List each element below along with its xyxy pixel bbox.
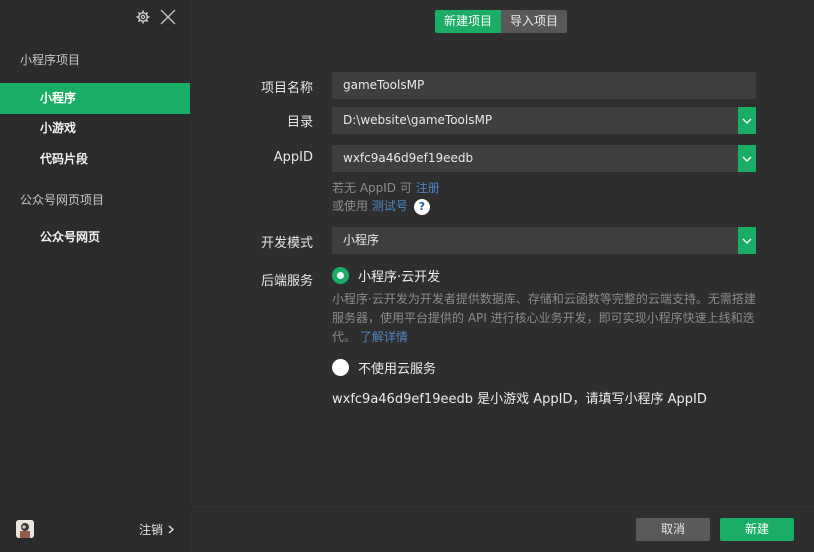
no-cloud-radio[interactable] bbox=[332, 359, 349, 376]
project-name-input[interactable]: gameToolsMP bbox=[332, 72, 756, 99]
create-button[interactable]: 新建 bbox=[720, 518, 794, 541]
gear-icon[interactable] bbox=[136, 10, 150, 24]
main-panel: 新建项目 导入项目 项目名称 gameToolsMP 目录 D:\website… bbox=[190, 0, 814, 552]
directory-label: 目录 bbox=[286, 115, 313, 130]
no-cloud-radio-option[interactable]: 不使用云服务 bbox=[332, 358, 436, 377]
cloud-radio-label: 小程序·云开发 bbox=[358, 270, 441, 285]
tab-new-project[interactable]: 新建项目 bbox=[435, 10, 502, 33]
directory-select[interactable]: D:\website\gameToolsMP bbox=[332, 107, 756, 134]
chevron-down-icon[interactable] bbox=[738, 145, 756, 172]
logout-label: 注销 bbox=[138, 523, 163, 537]
dev-mode-label: 开发模式 bbox=[260, 236, 313, 251]
sidebar-item-official-web[interactable]: 公众号网页 bbox=[0, 222, 190, 253]
close-icon[interactable] bbox=[160, 9, 176, 25]
sidebar-item-miniprogram[interactable]: 小程序 bbox=[0, 83, 190, 114]
sidebar-group-miniprogram: 小程序项目 bbox=[20, 53, 81, 67]
tab-import-project[interactable]: 导入项目 bbox=[501, 10, 568, 33]
sidebar: 小程序项目 小程序 小游戏 代码片段 公众号网页项目 公众号网页 注销 bbox=[0, 0, 190, 552]
avatar[interactable] bbox=[16, 520, 34, 538]
project-mode-tabs: 新建项目 导入项目 bbox=[435, 10, 568, 33]
dev-mode-value: 小程序 bbox=[343, 233, 380, 247]
learn-more-link[interactable]: 了解详情 bbox=[360, 330, 408, 344]
appid-label: AppID bbox=[273, 150, 313, 165]
sidebar-top-icons bbox=[136, 9, 176, 25]
backend-label: 后端服务 bbox=[260, 274, 313, 289]
appid-register-hint: 若无 AppID 可 注册 bbox=[332, 179, 440, 196]
sidebar-item-minigame[interactable]: 小游戏 bbox=[0, 113, 190, 144]
logout-link[interactable]: 注销 bbox=[138, 521, 175, 538]
appid-value: wxfc9a46d9ef19eedb bbox=[343, 151, 474, 165]
test-account-link[interactable]: 测试号 bbox=[372, 199, 408, 213]
sidebar-footer: 注销 bbox=[0, 506, 190, 552]
appid-select[interactable]: wxfc9a46d9ef19eedb bbox=[332, 145, 756, 172]
directory-value: D:\website\gameToolsMP bbox=[343, 113, 493, 127]
cancel-button[interactable]: 取消 bbox=[636, 518, 710, 541]
sidebar-group-officialaccount: 公众号网页项目 bbox=[20, 193, 105, 207]
project-name-label: 项目名称 bbox=[260, 81, 313, 96]
cloud-description: 小程序·云开发为开发者提供数据库、存储和云函数等完整的云端支持。无需搭建服务器，… bbox=[332, 290, 758, 347]
cloud-radio-option[interactable]: 小程序·云开发 bbox=[332, 266, 440, 285]
test-account-hint: 或使用 测试号? bbox=[332, 197, 430, 215]
help-icon[interactable]: ? bbox=[413, 198, 430, 215]
dev-mode-select[interactable]: 小程序 bbox=[332, 227, 756, 254]
chevron-down-icon[interactable] bbox=[738, 107, 756, 134]
chevron-down-icon[interactable] bbox=[738, 227, 756, 254]
register-link[interactable]: 注册 bbox=[416, 181, 440, 195]
chevron-right-icon bbox=[168, 523, 175, 537]
dialog-footer: 取消 新建 bbox=[190, 509, 814, 552]
appid-warning: wxfc9a46d9ef19eedb 是小游戏 AppID，请填写小程序 App… bbox=[332, 392, 707, 407]
test-hint-text: 或使用 bbox=[332, 199, 369, 213]
no-cloud-radio-label: 不使用云服务 bbox=[358, 362, 437, 377]
cloud-radio[interactable] bbox=[332, 267, 349, 284]
appid-hint-text: 若无 AppID 可 bbox=[332, 181, 412, 195]
sidebar-item-code-snippet[interactable]: 代码片段 bbox=[0, 144, 190, 175]
